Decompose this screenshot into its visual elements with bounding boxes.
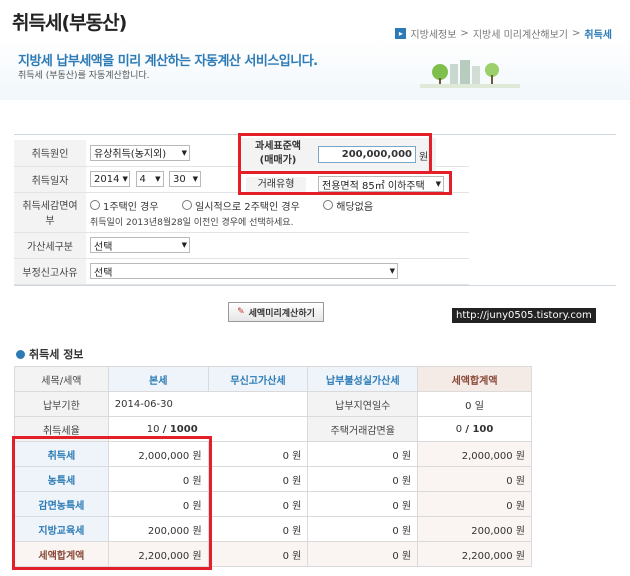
overdue-label: 납부지연일수 — [307, 391, 419, 417]
breadcrumb-separator: > — [572, 28, 581, 39]
penalty-select[interactable]: 선택 ▼ — [90, 237, 190, 253]
reduction-label: 취득세감면여부 — [14, 192, 86, 233]
highlight-box — [238, 171, 452, 195]
breadcrumb: ▸ 지방세정보 > 지방세 미리계산해보기 > 취득세 — [395, 26, 612, 41]
town-illustration-icon — [420, 60, 520, 88]
improper-label: 부정신고사유 — [14, 258, 86, 285]
calculate-button-label: 세액미리계산하기 — [248, 308, 315, 319]
breadcrumb-item[interactable]: 지방세 미리계산해보기 — [473, 26, 568, 41]
col-header: 세액합계액 — [417, 366, 532, 392]
page-title: 취득세(부동산) — [12, 12, 127, 34]
acquisition-date-label: 취득일자 — [14, 166, 86, 193]
late-penalty: 0 원 — [307, 516, 419, 542]
row-total: 2,200,000 원 — [417, 541, 532, 567]
home-icon[interactable]: ▸ — [395, 28, 407, 39]
radio-one-house[interactable]: 1주택인 경우 — [90, 198, 159, 213]
housing-label: 주택거래감면율 — [307, 416, 419, 442]
housing-cell: 0 / 100 — [417, 416, 532, 442]
breadcrumb-separator: > — [460, 28, 469, 39]
acquisition-cause-label: 취득원인 — [14, 140, 86, 167]
chevron-down-icon: ▼ — [122, 175, 128, 183]
overdue-unit: 일 — [474, 400, 484, 412]
col-header: 납부불성실가산세 — [307, 366, 419, 392]
month-select[interactable]: 4 ▼ — [135, 171, 164, 187]
banner-subtitle: 취득세 (부동산)를 자동계산합니다. — [18, 71, 150, 81]
acquisition-cause-select[interactable]: 유상취득(농지외) ▼ — [90, 144, 190, 161]
nofile-penalty: 0 원 — [207, 516, 309, 542]
nofile-penalty: 0 원 — [207, 491, 309, 517]
row-total: 0 원 — [417, 466, 532, 492]
calculate-button[interactable]: ✎ 세액미리계산하기 — [228, 302, 324, 322]
acquisition-cause-value: 유상취득(농지외) — [94, 149, 167, 161]
rate-num: 10 — [146, 423, 160, 435]
year-select[interactable]: 2014 ▼ — [90, 171, 130, 187]
month-value: 4 — [139, 173, 146, 185]
pencil-icon: ✎ — [237, 307, 245, 317]
row-total: 200,000 원 — [417, 516, 532, 542]
row-total: 0 원 — [417, 491, 532, 517]
due-date-label: 납부기한 — [14, 391, 109, 417]
divider — [14, 285, 616, 286]
col-header: 세목/세액 — [14, 366, 109, 392]
radio-temp-two-house[interactable]: 일시적으로 2주택인 경우 — [182, 198, 300, 213]
highlight-box — [238, 133, 432, 175]
overdue-cell: 0 일 — [417, 391, 532, 417]
nofile-penalty: 0 원 — [207, 441, 309, 467]
section-title: 취득세 정보 — [16, 346, 83, 362]
bullet-icon — [16, 349, 25, 359]
housing-num: 0 — [455, 423, 463, 435]
row-total: 2,000,000 원 — [417, 441, 532, 467]
day-select[interactable]: 30 ▼ — [169, 171, 201, 187]
radio-label: 일시적으로 2주택인 경우 — [195, 201, 300, 213]
overdue-value: 0 — [465, 400, 472, 412]
col-header: 무신고가산세 — [207, 366, 309, 392]
radio-label: 1주택인 경우 — [103, 201, 159, 213]
nofile-penalty: 0 원 — [207, 466, 309, 492]
late-penalty: 0 원 — [307, 491, 419, 517]
year-value: 2014 — [94, 173, 120, 185]
chevron-down-icon: ▼ — [192, 175, 198, 183]
radio-not-applicable[interactable]: 해당없음 — [323, 198, 373, 213]
housing-den: / 100 — [465, 423, 494, 435]
radio-icon — [323, 200, 334, 211]
radio-icon — [182, 200, 193, 211]
col-header: 본세 — [107, 366, 209, 392]
breadcrumb-item[interactable]: 지방세정보 — [410, 26, 456, 41]
due-date-value: 2014-06-30 — [107, 391, 309, 417]
improper-value: 선택 — [94, 267, 113, 279]
radio-icon — [90, 200, 100, 211]
reduction-note: 취득일이 2013년8월28일 이전인 경우에 선택하세요. — [90, 218, 294, 229]
highlight-box — [12, 436, 212, 570]
breadcrumb-current: 취득세 — [584, 30, 612, 41]
radio-label: 해당없음 — [336, 201, 374, 213]
chevron-down-icon: ▼ — [389, 267, 395, 275]
rate-den: / 1000 — [162, 423, 198, 435]
watermark: http://juny0505.tistory.com — [452, 308, 596, 323]
late-penalty: 0 원 — [307, 441, 419, 467]
banner-title: 지방세 납부세액을 미리 계산하는 자동계산 서비스입니다. — [18, 54, 318, 69]
nofile-penalty: 0 원 — [207, 541, 309, 567]
chevron-down-icon: ▼ — [155, 175, 161, 183]
improper-select[interactable]: 선택 ▼ — [90, 263, 398, 279]
late-penalty: 0 원 — [307, 541, 419, 567]
penalty-value: 선택 — [94, 241, 113, 253]
chevron-down-icon: ▼ — [181, 148, 187, 157]
section-title-text: 취득세 정보 — [29, 348, 84, 361]
late-penalty: 0 원 — [307, 466, 419, 492]
chevron-down-icon: ▼ — [181, 241, 187, 249]
day-value: 30 — [173, 173, 186, 185]
penalty-label: 가산세구분 — [14, 232, 86, 259]
